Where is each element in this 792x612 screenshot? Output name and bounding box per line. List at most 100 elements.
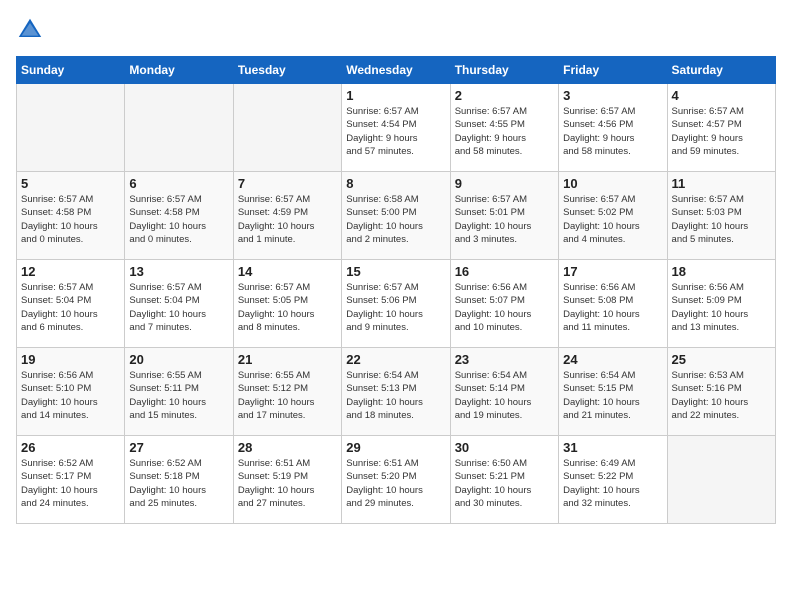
day-info: Sunrise: 6:57 AM Sunset: 5:01 PM Dayligh… xyxy=(455,193,554,246)
calendar-cell: 23 Sunrise: 6:54 AM Sunset: 5:14 PM Dayli… xyxy=(450,348,558,436)
calendar-cell: 10 Sunrise: 6:57 AM Sunset: 5:02 PM Dayli… xyxy=(559,172,667,260)
day-info: Sunrise: 6:58 AM Sunset: 5:00 PM Dayligh… xyxy=(346,193,445,246)
calendar-cell: 16Sunrise: 6:56 AM Sunset: 5:07 PM Dayli… xyxy=(450,260,558,348)
day-info: Sunrise: 6:57 AM Sunset: 4:55 PM Dayligh… xyxy=(455,105,554,158)
day-number: 22 xyxy=(346,352,445,367)
day-info: Sunrise: 6:57 AM Sunset: 5:04 PM Dayligh… xyxy=(129,281,228,334)
day-number: 13 xyxy=(129,264,228,279)
day-info: Sunrise: 6:57 AM Sunset: 5:02 PM Dayligh… xyxy=(563,193,662,246)
day-number: 3 xyxy=(563,88,662,103)
weekday-header: Wednesday xyxy=(342,57,450,84)
day-info: Sunrise: 6:57 AM Sunset: 4:57 PM Dayligh… xyxy=(672,105,771,158)
day-info: Sunrise: 6:56 AM Sunset: 5:10 PM Dayligh… xyxy=(21,369,120,422)
weekday-header: Saturday xyxy=(667,57,775,84)
calendar-cell xyxy=(667,436,775,524)
calendar-body: 1Sunrise: 6:57 AM Sunset: 4:54 PM Daylig… xyxy=(17,84,776,524)
weekday-header: Monday xyxy=(125,57,233,84)
calendar-cell: 11 Sunrise: 6:57 AM Sunset: 5:03 PM Dayli… xyxy=(667,172,775,260)
day-info: Sunrise: 6:56 AM Sunset: 5:08 PM Dayligh… xyxy=(563,281,662,334)
day-number: 12 xyxy=(21,264,120,279)
calendar-cell: 31 Sunrise: 6:49 AM Sunset: 5:22 PM Dayli… xyxy=(559,436,667,524)
calendar-cell: 19 Sunrise: 6:56 AM Sunset: 5:10 PM Dayli… xyxy=(17,348,125,436)
day-number: 1 xyxy=(346,88,445,103)
day-info: Sunrise: 6:57 AM Sunset: 4:56 PM Dayligh… xyxy=(563,105,662,158)
day-info: Sunrise: 6:57 AM Sunset: 5:06 PM Dayligh… xyxy=(346,281,445,334)
day-number: 7 xyxy=(238,176,337,191)
header-row: SundayMondayTuesdayWednesdayThursdayFrid… xyxy=(17,57,776,84)
weekday-header: Friday xyxy=(559,57,667,84)
weekday-header: Sunday xyxy=(17,57,125,84)
day-number: 9 xyxy=(455,176,554,191)
day-info: Sunrise: 6:57 AM Sunset: 5:04 PM Dayligh… xyxy=(21,281,120,334)
day-number: 2 xyxy=(455,88,554,103)
day-info: Sunrise: 6:57 AM Sunset: 5:05 PM Dayligh… xyxy=(238,281,337,334)
calendar-week-row: 26 Sunrise: 6:52 AM Sunset: 5:17 PM Dayli… xyxy=(17,436,776,524)
day-number: 17 xyxy=(563,264,662,279)
calendar-cell: 30Sunrise: 6:50 AM Sunset: 5:21 PM Dayli… xyxy=(450,436,558,524)
calendar-cell: 25 Sunrise: 6:53 AM Sunset: 5:16 PM Dayli… xyxy=(667,348,775,436)
day-number: 21 xyxy=(238,352,337,367)
day-number: 5 xyxy=(21,176,120,191)
calendar-cell: 12 Sunrise: 6:57 AM Sunset: 5:04 PM Dayli… xyxy=(17,260,125,348)
day-number: 29 xyxy=(346,440,445,455)
day-info: Sunrise: 6:53 AM Sunset: 5:16 PM Dayligh… xyxy=(672,369,771,422)
calendar-table: SundayMondayTuesdayWednesdayThursdayFrid… xyxy=(16,56,776,524)
day-number: 16 xyxy=(455,264,554,279)
calendar-cell: 2 Sunrise: 6:57 AM Sunset: 4:55 PM Daylig… xyxy=(450,84,558,172)
page-header xyxy=(16,16,776,44)
day-info: Sunrise: 6:52 AM Sunset: 5:18 PM Dayligh… xyxy=(129,457,228,510)
logo xyxy=(16,16,48,44)
calendar-week-row: 1Sunrise: 6:57 AM Sunset: 4:54 PM Daylig… xyxy=(17,84,776,172)
day-info: Sunrise: 6:57 AM Sunset: 4:58 PM Dayligh… xyxy=(21,193,120,246)
day-number: 27 xyxy=(129,440,228,455)
calendar-cell: 6Sunrise: 6:57 AM Sunset: 4:58 PM Daylig… xyxy=(125,172,233,260)
day-info: Sunrise: 6:55 AM Sunset: 5:11 PM Dayligh… xyxy=(129,369,228,422)
day-number: 10 xyxy=(563,176,662,191)
day-info: Sunrise: 6:54 AM Sunset: 5:14 PM Dayligh… xyxy=(455,369,554,422)
day-number: 28 xyxy=(238,440,337,455)
day-number: 15 xyxy=(346,264,445,279)
day-info: Sunrise: 6:55 AM Sunset: 5:12 PM Dayligh… xyxy=(238,369,337,422)
day-number: 26 xyxy=(21,440,120,455)
calendar-cell: 17 Sunrise: 6:56 AM Sunset: 5:08 PM Dayli… xyxy=(559,260,667,348)
calendar-cell: 20 Sunrise: 6:55 AM Sunset: 5:11 PM Dayli… xyxy=(125,348,233,436)
calendar-cell xyxy=(233,84,341,172)
weekday-header: Tuesday xyxy=(233,57,341,84)
calendar-cell: 15 Sunrise: 6:57 AM Sunset: 5:06 PM Dayli… xyxy=(342,260,450,348)
calendar-cell: 24Sunrise: 6:54 AM Sunset: 5:15 PM Dayli… xyxy=(559,348,667,436)
day-info: Sunrise: 6:57 AM Sunset: 5:03 PM Dayligh… xyxy=(672,193,771,246)
calendar-cell xyxy=(17,84,125,172)
calendar-week-row: 12 Sunrise: 6:57 AM Sunset: 5:04 PM Dayli… xyxy=(17,260,776,348)
day-number: 25 xyxy=(672,352,771,367)
day-number: 14 xyxy=(238,264,337,279)
day-number: 4 xyxy=(672,88,771,103)
day-number: 24 xyxy=(563,352,662,367)
day-number: 30 xyxy=(455,440,554,455)
day-number: 23 xyxy=(455,352,554,367)
calendar-cell xyxy=(125,84,233,172)
day-number: 11 xyxy=(672,176,771,191)
day-info: Sunrise: 6:51 AM Sunset: 5:19 PM Dayligh… xyxy=(238,457,337,510)
calendar-cell: 22 Sunrise: 6:54 AM Sunset: 5:13 PM Dayli… xyxy=(342,348,450,436)
day-info: Sunrise: 6:49 AM Sunset: 5:22 PM Dayligh… xyxy=(563,457,662,510)
day-number: 6 xyxy=(129,176,228,191)
day-number: 19 xyxy=(21,352,120,367)
day-info: Sunrise: 6:54 AM Sunset: 5:13 PM Dayligh… xyxy=(346,369,445,422)
calendar-cell: 14 Sunrise: 6:57 AM Sunset: 5:05 PM Dayli… xyxy=(233,260,341,348)
calendar-header: SundayMondayTuesdayWednesdayThursdayFrid… xyxy=(17,57,776,84)
day-number: 31 xyxy=(563,440,662,455)
day-info: Sunrise: 6:57 AM Sunset: 4:59 PM Dayligh… xyxy=(238,193,337,246)
calendar-cell: 26 Sunrise: 6:52 AM Sunset: 5:17 PM Dayli… xyxy=(17,436,125,524)
calendar-cell: 28 Sunrise: 6:51 AM Sunset: 5:19 PM Dayli… xyxy=(233,436,341,524)
calendar-cell: 5 Sunrise: 6:57 AM Sunset: 4:58 PM Daylig… xyxy=(17,172,125,260)
day-info: Sunrise: 6:52 AM Sunset: 5:17 PM Dayligh… xyxy=(21,457,120,510)
logo-icon xyxy=(16,16,44,44)
calendar-cell: 7 Sunrise: 6:57 AM Sunset: 4:59 PM Daylig… xyxy=(233,172,341,260)
calendar-week-row: 5 Sunrise: 6:57 AM Sunset: 4:58 PM Daylig… xyxy=(17,172,776,260)
day-number: 8 xyxy=(346,176,445,191)
calendar-cell: 13 Sunrise: 6:57 AM Sunset: 5:04 PM Dayli… xyxy=(125,260,233,348)
calendar-cell: 18Sunrise: 6:56 AM Sunset: 5:09 PM Dayli… xyxy=(667,260,775,348)
calendar-cell: 29Sunrise: 6:51 AM Sunset: 5:20 PM Dayli… xyxy=(342,436,450,524)
day-number: 20 xyxy=(129,352,228,367)
calendar-cell: 4 Sunrise: 6:57 AM Sunset: 4:57 PM Daylig… xyxy=(667,84,775,172)
